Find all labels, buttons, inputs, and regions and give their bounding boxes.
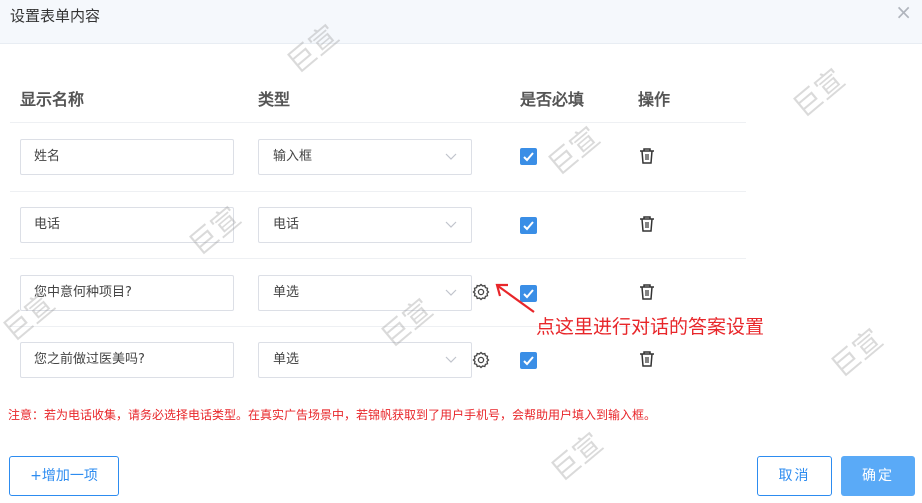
header-display-name: 显示名称: [20, 90, 85, 109]
header-actions: 操作: [638, 90, 671, 109]
trash-icon[interactable]: [638, 147, 656, 165]
header-required: 是否必填: [520, 90, 585, 109]
confirm-button[interactable]: 确定: [841, 456, 915, 496]
trash-icon[interactable]: [638, 215, 656, 233]
check-icon: [523, 356, 534, 366]
gear-icon[interactable]: [472, 351, 490, 369]
chevron-down-icon: [445, 343, 457, 391]
annotation-callout: 点这里进行对话的答案设置: [536, 316, 765, 338]
type-select-value: 电话: [273, 217, 300, 232]
form-settings-dialog: 设置表单内容 × 显示名称 类型 是否必填 操作 姓名 输入框 电话 电话 您中…: [0, 0, 922, 503]
header-type: 类型: [258, 90, 291, 109]
trash-icon[interactable]: [638, 350, 656, 368]
type-select-value: 输入框: [273, 149, 313, 164]
watermark: 巨宣: [824, 322, 890, 384]
add-item-button[interactable]: +增加一项: [9, 456, 119, 496]
watermark: 巨宣: [541, 120, 607, 182]
required-checkbox[interactable]: [520, 217, 537, 234]
required-checkbox[interactable]: [520, 352, 537, 369]
type-select[interactable]: 单选: [258, 342, 472, 378]
display-name-input[interactable]: 姓名: [20, 139, 234, 175]
row-divider: [10, 258, 746, 259]
row-divider: [10, 191, 746, 192]
dialog-header: 设置表单内容 ×: [0, 0, 922, 44]
trash-icon[interactable]: [638, 283, 656, 301]
type-select-value: 单选: [273, 352, 300, 367]
cancel-button[interactable]: 取消: [757, 456, 832, 496]
display-name-input[interactable]: 电话: [20, 207, 234, 243]
gear-icon[interactable]: [472, 283, 490, 301]
type-select[interactable]: 输入框: [258, 139, 472, 175]
watermark: 巨宣: [786, 62, 852, 124]
watermark: 巨宣: [544, 426, 610, 488]
phone-notice: 注意：若为电话收集，请务必选择电话类型。在真实广告场景中，若锦帆获取到了用户手机…: [8, 408, 657, 422]
chevron-down-icon: [445, 140, 457, 188]
check-icon: [523, 152, 534, 162]
close-icon[interactable]: ×: [895, 2, 912, 22]
dialog-title: 设置表单内容: [10, 7, 101, 25]
display-name-input[interactable]: 您之前做过医美吗?: [20, 342, 234, 378]
arrow-icon: [495, 283, 535, 313]
type-select-value: 单选: [273, 285, 300, 300]
check-icon: [523, 221, 534, 231]
row-divider: [10, 122, 746, 123]
display-name-input[interactable]: 您中意何种项目?: [20, 275, 234, 311]
chevron-down-icon: [445, 208, 457, 256]
chevron-down-icon: [445, 276, 457, 324]
type-select[interactable]: 单选: [258, 275, 472, 311]
required-checkbox[interactable]: [520, 148, 537, 165]
type-select[interactable]: 电话: [258, 207, 472, 243]
